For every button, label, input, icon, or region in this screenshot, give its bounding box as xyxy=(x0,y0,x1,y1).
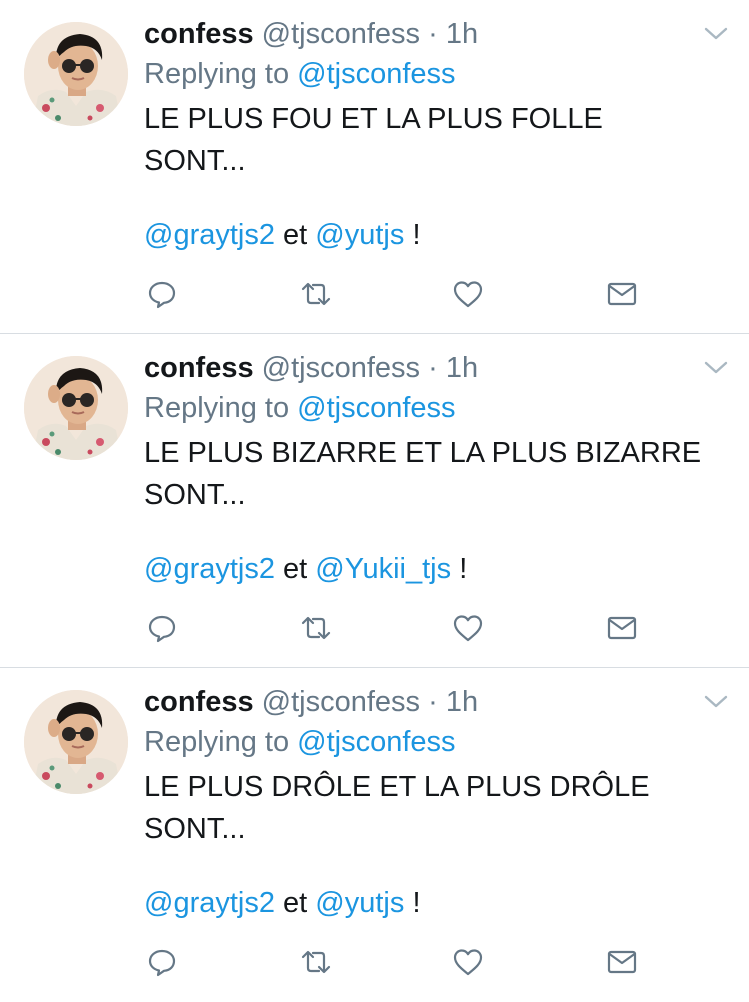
mention-link[interactable]: @Yukii_tjs xyxy=(315,553,451,585)
reply-button[interactable] xyxy=(144,610,180,646)
mention-link[interactable]: @graytjs2 xyxy=(144,887,275,919)
reply-button[interactable] xyxy=(144,276,180,312)
avatar-image xyxy=(24,356,128,460)
timeline: confess @tjsconfess · 1h Replying to @tj… xyxy=(0,0,749,1002)
envelope-icon xyxy=(607,616,637,640)
mention-link[interactable]: @graytjs2 xyxy=(144,219,275,251)
tweet-content: confess @tjsconfess · 1h Replying to @tj… xyxy=(144,348,719,590)
mentions-line: @graytjs2 et @yutjs ! xyxy=(144,214,719,256)
like-button[interactable] xyxy=(450,944,486,980)
tweet-actions xyxy=(144,610,644,646)
heart-icon xyxy=(453,281,483,308)
direct-message-button[interactable] xyxy=(604,276,640,312)
tweet-content: confess @tjsconfess · 1h Replying to @tj… xyxy=(144,682,719,924)
replying-to-label: Replying to xyxy=(144,392,290,424)
tweet-content: confess @tjsconfess · 1h Replying to @tj… xyxy=(144,14,719,256)
replying-to-mention[interactable]: @tjsconfess xyxy=(297,392,455,424)
timestamp[interactable]: 1h xyxy=(446,686,478,718)
user-handle[interactable]: @tjsconfess xyxy=(262,18,420,50)
replying-to-line: Replying to @tjsconfess xyxy=(144,54,719,94)
mentions-line: @graytjs2 et @yutjs ! xyxy=(144,882,719,924)
retweet-button[interactable] xyxy=(298,610,334,646)
replying-to-label: Replying to xyxy=(144,58,290,90)
mention-link[interactable]: @yutjs xyxy=(315,887,404,919)
display-name[interactable]: confess xyxy=(144,686,254,718)
avatar-image xyxy=(24,22,128,126)
timestamp[interactable]: 1h xyxy=(446,352,478,384)
like-button[interactable] xyxy=(450,610,486,646)
envelope-icon xyxy=(607,282,637,306)
tweet-header: confess @tjsconfess · 1h xyxy=(144,682,719,722)
direct-message-button[interactable] xyxy=(604,944,640,980)
replying-to-line: Replying to @tjsconfess xyxy=(144,722,719,762)
tweet-text: LE PLUS DRÔLE ET LA PLUS DRÔLE SONT... xyxy=(144,771,650,845)
retweet-icon xyxy=(301,950,331,974)
mention-link[interactable]: @graytjs2 xyxy=(144,553,275,585)
replying-to-mention[interactable]: @tjsconfess xyxy=(297,58,455,90)
retweet-button[interactable] xyxy=(298,944,334,980)
retweet-icon xyxy=(301,616,331,640)
display-name[interactable]: confess xyxy=(144,352,254,384)
suffix-text: ! xyxy=(412,887,421,919)
tweet[interactable]: confess @tjsconfess · 1h Replying to @tj… xyxy=(0,0,749,334)
replying-to-mention[interactable]: @tjsconfess xyxy=(297,726,455,758)
direct-message-button[interactable] xyxy=(604,610,640,646)
separator-dot: · xyxy=(428,352,438,384)
envelope-icon xyxy=(607,950,637,974)
display-name[interactable]: confess xyxy=(144,18,254,50)
reply-button[interactable] xyxy=(144,944,180,980)
reply-icon xyxy=(148,615,176,643)
tweet[interactable]: confess @tjsconfess · 1h Replying to @tj… xyxy=(0,668,749,1002)
retweet-icon xyxy=(301,282,331,306)
suffix-text: ! xyxy=(459,553,468,585)
separator-dot: · xyxy=(428,18,438,50)
user-handle[interactable]: @tjsconfess xyxy=(262,352,420,384)
avatar[interactable] xyxy=(24,690,128,794)
mentions-line: @graytjs2 et @Yukii_tjs ! xyxy=(144,548,719,590)
like-button[interactable] xyxy=(450,276,486,312)
tweet-header: confess @tjsconfess · 1h xyxy=(144,348,719,388)
tweet-actions xyxy=(144,944,644,980)
user-handle[interactable]: @tjsconfess xyxy=(262,686,420,718)
heart-icon xyxy=(453,949,483,976)
connector-text: et xyxy=(283,887,308,919)
avatar-image xyxy=(24,690,128,794)
heart-icon xyxy=(453,615,483,642)
suffix-text: ! xyxy=(412,219,421,251)
avatar[interactable] xyxy=(24,356,128,460)
connector-text: et xyxy=(283,219,308,251)
tweet[interactable]: confess @tjsconfess · 1h Replying to @tj… xyxy=(0,334,749,668)
replying-to-label: Replying to xyxy=(144,726,290,758)
tweet-text: LE PLUS FOU ET LA PLUS FOLLE SONT... xyxy=(144,103,603,177)
reply-icon xyxy=(148,949,176,977)
replying-to-line: Replying to @tjsconfess xyxy=(144,388,719,428)
mention-link[interactable]: @yutjs xyxy=(315,219,404,251)
connector-text: et xyxy=(283,553,308,585)
separator-dot: · xyxy=(428,686,438,718)
avatar[interactable] xyxy=(24,22,128,126)
tweet-actions xyxy=(144,276,644,312)
tweet-header: confess @tjsconfess · 1h xyxy=(144,14,719,54)
retweet-button[interactable] xyxy=(298,276,334,312)
tweet-text: LE PLUS BIZARRE ET LA PLUS BIZARRE SONT.… xyxy=(144,437,702,511)
timestamp[interactable]: 1h xyxy=(446,18,478,50)
reply-icon xyxy=(148,281,176,309)
